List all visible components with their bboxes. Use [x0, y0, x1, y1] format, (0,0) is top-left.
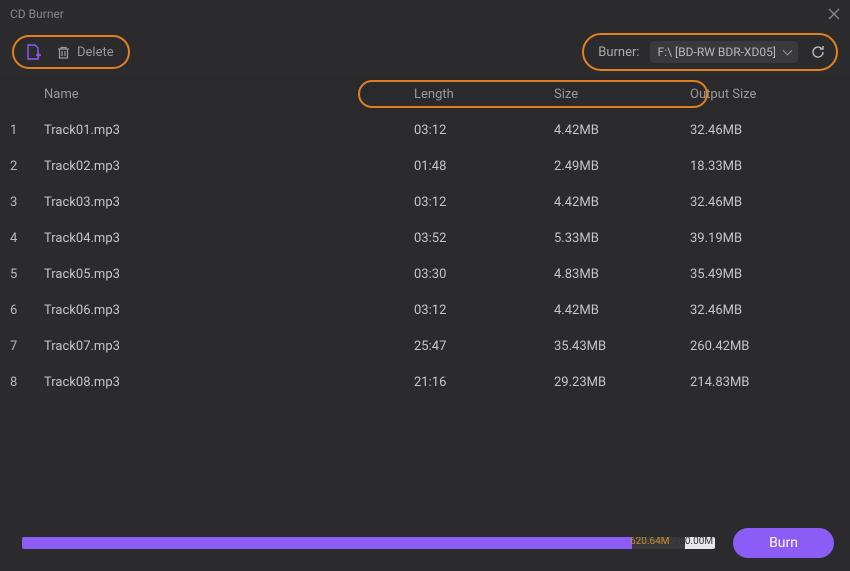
row-index: 7: [10, 339, 40, 354]
row-size: 4.42MB: [554, 303, 690, 318]
row-output-size: 260.42MB: [690, 339, 840, 354]
row-output-size: 35.49MB: [690, 267, 840, 282]
burner-select[interactable]: F:\ [BD-RW BDR-XD05]: [650, 41, 798, 63]
toolbar-right-group: Burner: F:\ [BD-RW BDR-XD05]: [582, 33, 838, 71]
header-output-size: Output Size: [690, 87, 840, 102]
table-row[interactable]: 5Track05.mp303:304.83MB35.49MB: [0, 256, 850, 292]
row-length: 03:12: [414, 195, 554, 210]
table-row[interactable]: 3Track03.mp303:124.42MB32.46MB: [0, 184, 850, 220]
delete-label: Delete: [77, 45, 114, 60]
row-size: 4.83MB: [554, 267, 690, 282]
title-bar: CD Burner: [0, 0, 850, 28]
row-output-size: 32.46MB: [690, 303, 840, 318]
row-name: Track08.mp3: [40, 375, 414, 390]
track-table: Name Length Size Output Size 1Track01.mp…: [0, 76, 850, 400]
row-size: 2.49MB: [554, 159, 690, 174]
row-index: 2: [10, 159, 40, 174]
burner-label: Burner:: [598, 45, 639, 60]
header-size: Size: [554, 87, 690, 102]
row-size: 5.33MB: [554, 231, 690, 246]
trash-icon: [56, 45, 71, 60]
row-name: Track05.mp3: [40, 267, 414, 282]
row-name: Track06.mp3: [40, 303, 414, 318]
header-length: Length: [414, 87, 554, 102]
row-name: Track04.mp3: [40, 231, 414, 246]
row-length: 21:16: [414, 375, 554, 390]
row-name: Track02.mp3: [40, 159, 414, 174]
refresh-button[interactable]: [808, 42, 828, 62]
table-row[interactable]: 2Track02.mp301:482.49MB18.33MB: [0, 148, 850, 184]
capacity-total: /700.00M: [669, 537, 713, 547]
window-title: CD Burner: [10, 7, 64, 21]
row-index: 3: [10, 195, 40, 210]
row-length: 03:12: [414, 303, 554, 318]
row-index: 1: [10, 123, 40, 138]
refresh-icon: [810, 44, 826, 60]
row-size: 4.42MB: [554, 195, 690, 210]
footer: 620.64M/700.00M Burn: [0, 515, 850, 571]
row-length: 03:12: [414, 123, 554, 138]
row-index: 8: [10, 375, 40, 390]
delete-button[interactable]: Delete: [56, 45, 114, 60]
capacity-bar: 620.64M/700.00M: [22, 537, 715, 549]
row-index: 4: [10, 231, 40, 246]
capacity-used: 620.64M: [630, 537, 669, 547]
row-name: Track07.mp3: [40, 339, 414, 354]
add-file-button[interactable]: [24, 43, 42, 61]
table-row[interactable]: 8Track08.mp321:1629.23MB214.83MB: [0, 364, 850, 400]
table-header: Name Length Size Output Size: [0, 76, 850, 112]
row-length: 03:30: [414, 267, 554, 282]
toolbar-left-group: Delete: [12, 35, 130, 69]
row-index: 5: [10, 267, 40, 282]
row-length: 25:47: [414, 339, 554, 354]
table-row[interactable]: 6Track06.mp303:124.42MB32.46MB: [0, 292, 850, 328]
row-output-size: 18.33MB: [690, 159, 840, 174]
row-output-size: 32.46MB: [690, 195, 840, 210]
row-output-size: 39.19MB: [690, 231, 840, 246]
row-index: 6: [10, 303, 40, 318]
row-output-size: 32.46MB: [690, 123, 840, 138]
add-file-icon: [24, 43, 42, 61]
table-row[interactable]: 7Track07.mp325:4735.43MB260.42MB: [0, 328, 850, 364]
burn-button[interactable]: Burn: [733, 528, 834, 558]
row-name: Track03.mp3: [40, 195, 414, 210]
toolbar: Delete Burner: F:\ [BD-RW BDR-XD05]: [0, 28, 850, 76]
capacity-label: 620.64M/700.00M: [630, 537, 713, 547]
row-length: 03:52: [414, 231, 554, 246]
row-length: 01:48: [414, 159, 554, 174]
burner-value: F:\ [BD-RW BDR-XD05]: [658, 45, 776, 59]
capacity-fill: [22, 537, 632, 549]
row-name: Track01.mp3: [40, 123, 414, 138]
row-size: 4.42MB: [554, 123, 690, 138]
row-size: 35.43MB: [554, 339, 690, 354]
table-row[interactable]: 1Track01.mp303:124.42MB32.46MB: [0, 112, 850, 148]
row-output-size: 214.83MB: [690, 375, 840, 390]
header-name: Name: [40, 87, 414, 102]
table-row[interactable]: 4Track04.mp303:525.33MB39.19MB: [0, 220, 850, 256]
close-icon[interactable]: [828, 8, 840, 20]
row-size: 29.23MB: [554, 375, 690, 390]
